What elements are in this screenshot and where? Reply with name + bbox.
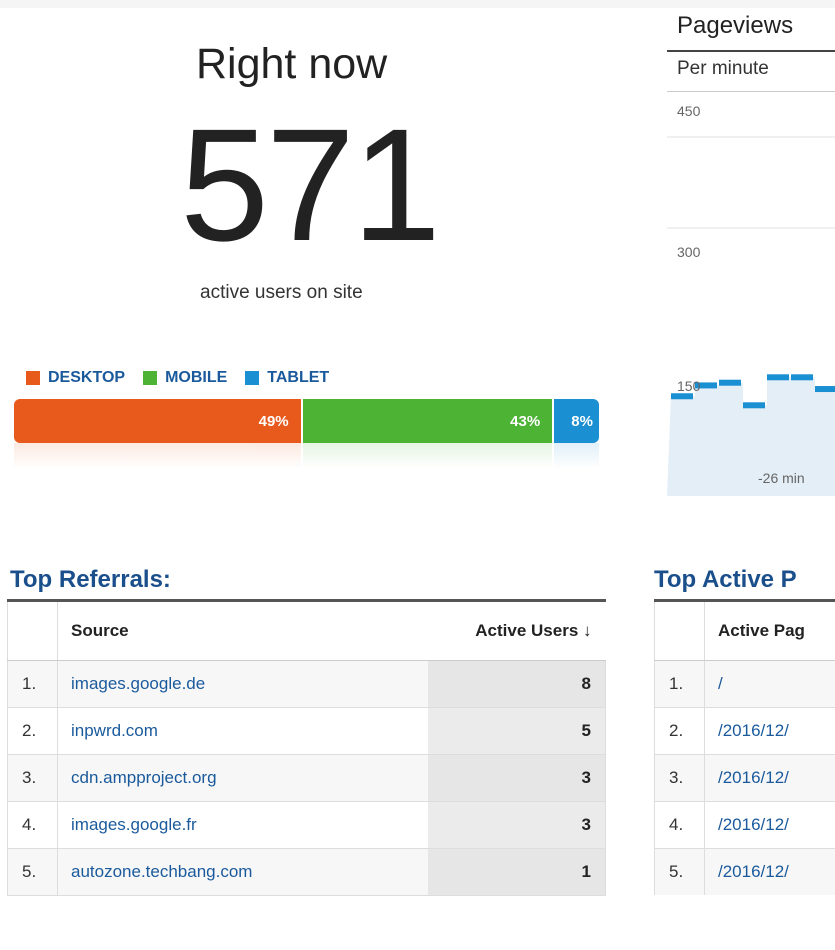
table-row: 2. /2016/12/ [654,706,835,754]
table-row: 4. /2016/12/ [654,800,835,848]
rank-header [654,602,705,661]
table-row: 4. images.google.fr 3 [7,800,606,848]
mobile-segment[interactable]: 43% [300,399,553,443]
desktop-swatch-icon [26,371,40,385]
source-link[interactable]: images.google.de [57,659,428,707]
referrals-table: Source Active Users ↓ 1. images.google.d… [7,602,606,896]
tablet-reflection [552,443,599,469]
pages-header-row: Active Pag [654,602,835,661]
page-link[interactable]: / [704,659,835,707]
tablet-segment[interactable]: 8% [552,399,599,443]
pageviews-title: Pageviews [677,12,794,39]
page-link[interactable]: /2016/12/ [704,847,835,895]
table-row: 5. /2016/12/ [654,847,835,895]
row-rank: 4. [7,800,58,848]
pageviews-chart: 450 300 150 -26 min [667,92,835,496]
legend-desktop-label: DESKTOP [48,369,126,386]
desktop-segment[interactable]: 49% [14,399,301,443]
page-link[interactable]: /2016/12/ [704,800,835,848]
table-row: 1. images.google.de 8 [7,659,606,707]
row-rank: 4. [654,800,705,848]
active-users-value: 3 [427,800,606,848]
pageviews-bar-cap [719,379,741,386]
source-link[interactable]: cdn.ampproject.org [57,753,428,801]
row-rank: 1. [654,659,705,707]
row-rank: 5. [7,847,58,896]
top-active-pages-title: Top Active P [654,566,797,593]
table-row: 3. cdn.ampproject.org 3 [7,753,606,801]
active-users-header[interactable]: Active Users ↓ [427,602,606,661]
legend-tablet[interactable]: TABLET [245,369,329,387]
pageviews-subtitle: Per minute [677,58,769,79]
pageviews-bar-cap [815,386,835,393]
device-share-bar: 49% 43% 8% [14,399,599,443]
active-users-caption: active users on site [200,282,363,303]
page-link[interactable]: /2016/12/ [704,753,835,801]
mobile-reflection [300,443,553,469]
device-legend: DESKTOP MOBILE TABLET [26,369,329,387]
table-row: 1. / [654,659,835,707]
y-tick-150: 150 [677,378,701,394]
y-tick-300: 300 [677,244,701,260]
legend-mobile-label: MOBILE [165,369,228,386]
table-row: 3. /2016/12/ [654,753,835,801]
active-pages-table: Active Pag 1. / 2. /2016/12/ 3. /2016/12… [654,602,835,895]
pageviews-bar-cap [791,374,813,381]
pageviews-bar-cap [671,393,693,400]
row-rank: 2. [654,706,705,754]
row-rank: 2. [7,706,58,754]
active-users-count: 571 [180,95,441,274]
active-page-header[interactable]: Active Pag [704,602,835,661]
active-users-value: 8 [427,659,606,707]
legend-mobile[interactable]: MOBILE [143,369,227,387]
legend-tablet-label: TABLET [267,369,330,386]
desktop-reflection [14,443,301,469]
active-users-value: 1 [427,847,606,896]
source-link[interactable]: images.google.fr [57,800,428,848]
referrals-header-row: Source Active Users ↓ [7,602,606,661]
tablet-swatch-icon [245,371,260,385]
source-link[interactable]: autozone.techbang.com [57,847,428,896]
pageviews-bar-cap [767,374,789,381]
table-row: 5. autozone.techbang.com 1 [7,847,606,896]
source-header[interactable]: Source [57,602,428,661]
row-rank: 1. [7,659,58,707]
table-row: 2. inpwrd.com 5 [7,706,606,754]
legend-desktop[interactable]: DESKTOP [26,369,125,387]
pageviews-bar-cap [743,402,765,409]
top-strip [0,0,835,8]
source-link[interactable]: inpwrd.com [57,706,428,754]
y-tick-450: 450 [677,103,701,119]
realtime-title: Right now [196,40,388,88]
row-rank: 3. [7,753,58,801]
device-bar-reflection [14,443,599,469]
page-link[interactable]: /2016/12/ [704,706,835,754]
top-referrals-title: Top Referrals: [10,566,171,593]
desktop-share-label: 49% [258,412,289,430]
x-tick-26min: -26 min [758,470,805,486]
active-users-value: 5 [427,706,606,754]
row-rank: 3. [654,753,705,801]
mobile-swatch-icon [143,371,158,385]
tablet-share-label: 8% [571,412,593,430]
pageviews-rule [667,50,835,52]
rank-header [7,602,58,661]
active-users-value: 3 [427,753,606,801]
row-rank: 5. [654,847,705,895]
mobile-share-label: 43% [510,412,541,430]
